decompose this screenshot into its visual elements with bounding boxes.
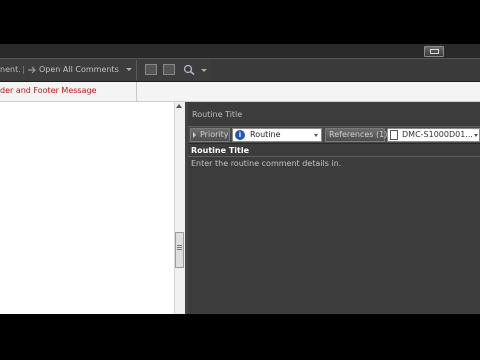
chevron-down-icon[interactable] <box>474 134 478 137</box>
chevron-down-icon[interactable] <box>314 134 318 137</box>
document-pane[interactable] <box>0 102 174 314</box>
comment-menu-button[interactable]: nent. <box>0 65 21 74</box>
grid-icon[interactable] <box>145 64 157 75</box>
vertical-scrollbar[interactable] <box>174 102 185 314</box>
grip-icon <box>177 245 182 251</box>
divider <box>188 156 480 157</box>
window-restore-button[interactable] <box>424 46 444 57</box>
references-button[interactable]: References (1) <box>325 128 387 142</box>
chevron-down-icon[interactable] <box>201 69 207 72</box>
comment-body-field[interactable]: Enter the routine comment details in. <box>191 159 341 168</box>
toolbar-divider <box>136 60 137 80</box>
scroll-up-icon[interactable] <box>176 104 182 108</box>
pane-title: Routine Title <box>192 110 243 119</box>
chevron-right-icon <box>193 132 196 138</box>
window-title-bar <box>0 44 480 58</box>
info-icon: i <box>235 130 245 140</box>
comment-title-field[interactable]: Routine Title <box>191 146 249 155</box>
priority-button[interactable]: Priority <box>190 128 230 142</box>
header-footer-message-link[interactable]: der and Footer Message <box>0 86 96 95</box>
chevron-down-icon[interactable] <box>126 68 132 71</box>
document-icon <box>390 130 398 140</box>
arrow-icon <box>28 66 36 74</box>
priority-select[interactable]: Routine <box>232 128 322 142</box>
toolbar-empty-area <box>210 60 480 80</box>
toolbar-separator: | <box>22 65 25 74</box>
open-all-comments-button[interactable]: Open All Comments <box>39 65 119 74</box>
restore-icon <box>430 49 439 54</box>
find-icon[interactable] <box>182 64 198 75</box>
bar-divider <box>136 82 137 102</box>
reference-select[interactable]: DMC-S1000D01... <box>387 128 480 142</box>
zoom-icon[interactable] <box>163 64 175 75</box>
